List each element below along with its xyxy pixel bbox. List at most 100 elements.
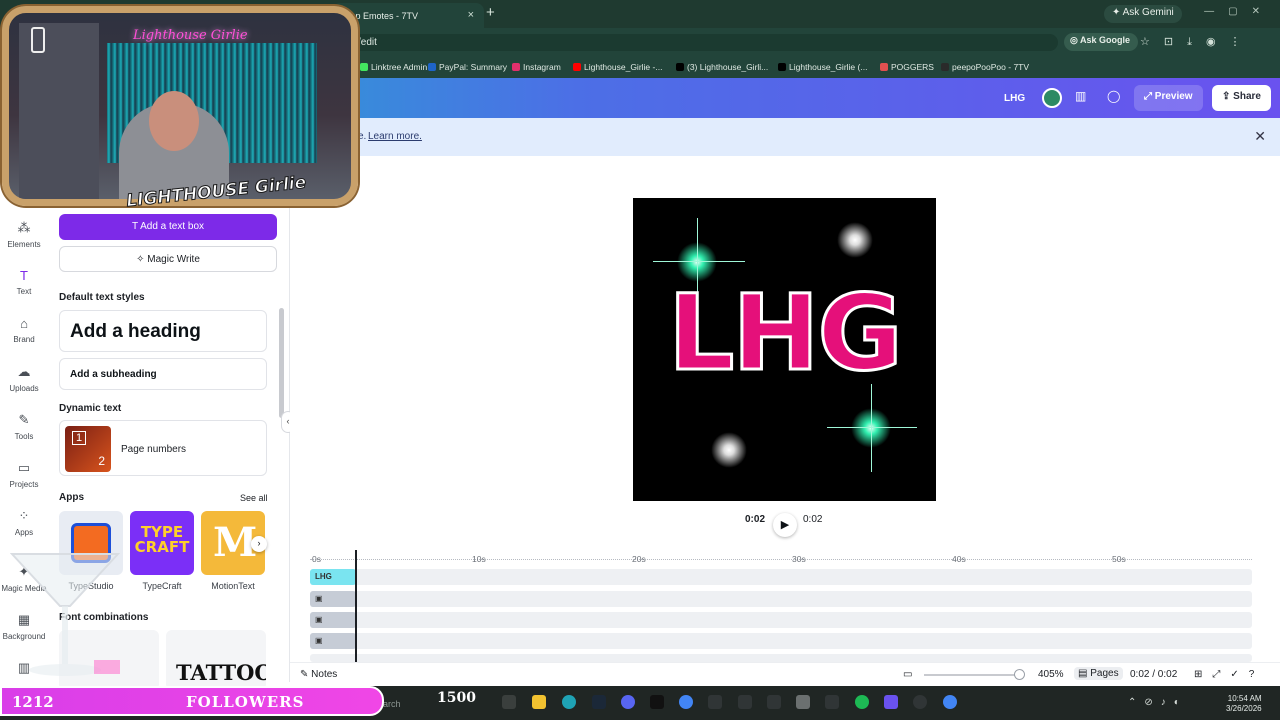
- neon-sign: Lighthouse Girlie: [133, 28, 248, 43]
- section-title: Apps: [59, 492, 84, 503]
- bookmark-item[interactable]: Linktree Admin: [360, 62, 427, 72]
- close-tab-icon[interactable]: ×: [468, 9, 474, 21]
- preview-label: Preview: [1154, 91, 1193, 102]
- zoom-slider-handle[interactable]: [1014, 669, 1025, 680]
- bookmark-item[interactable]: PayPal: Summary: [428, 62, 507, 72]
- rail-item-projects[interactable]: ▭ Projects: [0, 460, 48, 489]
- chevron-right-icon[interactable]: ›: [251, 536, 267, 552]
- design-page[interactable]: LHG: [633, 198, 936, 501]
- section-title: Default text styles: [59, 292, 145, 303]
- timeline-toggle-icon[interactable]: ▭: [903, 669, 912, 680]
- app-label: MotionText: [211, 581, 255, 591]
- add-subheading-button[interactable]: Add a subheading: [59, 358, 267, 390]
- image-icon: ▣: [315, 636, 323, 645]
- system-tray[interactable]: ⌃⊘♪◐: [1128, 697, 1188, 708]
- timeline-layer-clip[interactable]: ▣: [310, 633, 356, 649]
- window-controls[interactable]: —▢✕: [1204, 6, 1274, 17]
- add-text-box-button[interactable]: T Add a text box: [59, 214, 277, 240]
- follower-goal-bar: 1212 FOLLOWERS: [0, 686, 384, 716]
- app-icon[interactable]: [884, 695, 898, 709]
- pages-button[interactable]: ▤ Pages: [1074, 667, 1123, 680]
- bookmark-item[interactable]: Lighthouse_Girlie -...: [573, 62, 662, 72]
- browser-toolbar-icons[interactable]: ☆⊡⤓◉⋮: [1140, 35, 1255, 49]
- insights-icon[interactable]: ▥: [1075, 89, 1086, 103]
- brand-icon: ⌂: [20, 316, 28, 331]
- avatar[interactable]: [1042, 88, 1062, 108]
- epic-games-icon[interactable]: [650, 695, 664, 709]
- magic-write-button[interactable]: ✧ Magic Write: [59, 246, 277, 272]
- bookmark-label: peepoPooPoo - 7TV: [952, 62, 1030, 72]
- chrome-profile-icon[interactable]: [943, 695, 957, 709]
- bookmark-item[interactable]: POGGERS: [880, 62, 934, 72]
- panel-scrollbar[interactable]: [279, 308, 284, 418]
- preview-button[interactable]: ⤢ Preview: [1134, 85, 1203, 111]
- capcut-icon[interactable]: [825, 695, 839, 709]
- discord-icon[interactable]: [621, 695, 635, 709]
- spotify-icon[interactable]: [855, 695, 869, 709]
- see-all-link[interactable]: See all: [240, 493, 268, 503]
- timeline-clip-main[interactable]: LHG: [310, 569, 356, 585]
- rail-item-text[interactable]: T Text: [0, 268, 48, 296]
- heading-label: Add a heading: [70, 321, 201, 342]
- zoom-slider[interactable]: [924, 674, 1020, 676]
- font-combination-card[interactable]: TATTOO: [166, 630, 266, 690]
- magic-write-label: Magic Write: [147, 254, 200, 265]
- ask-gemini-button[interactable]: ✦ Ask Gemini: [1104, 5, 1182, 23]
- file-explorer-icon[interactable]: [532, 695, 546, 709]
- follower-goal: 1500: [437, 690, 476, 706]
- rail-item-uploads[interactable]: ☁ Uploads: [0, 364, 48, 393]
- view-controls[interactable]: ⊞⤢✓?: [1194, 669, 1264, 680]
- bookmark-item[interactable]: (3) Lighthouse_Girli...: [676, 62, 768, 72]
- lighthouse-logo-icon: [31, 27, 45, 53]
- bookmark-item[interactable]: peepoPooPoo - 7TV: [941, 62, 1029, 72]
- total-time: 0:02: [803, 514, 823, 525]
- rail-item-apps[interactable]: ⁘ Apps: [0, 508, 48, 537]
- timeline-layer-clip[interactable]: ▣: [310, 591, 356, 607]
- chrome-icon[interactable]: [679, 695, 693, 709]
- page-numbers-card[interactable]: 1 2 Page numbers: [59, 420, 267, 476]
- ruler-tick: 30s: [792, 554, 806, 564]
- timeline-layer-clip[interactable]: ▣: [310, 612, 356, 628]
- learn-more-link[interactable]: Learn more.: [368, 131, 422, 142]
- taskbar-clock[interactable]: 10:54 AM 3/26/2026: [1226, 694, 1262, 714]
- app-icon[interactable]: [738, 695, 752, 709]
- close-icon[interactable]: ✕: [1254, 128, 1266, 145]
- notes-button[interactable]: ✎ Notes: [300, 669, 337, 680]
- ruler-tick: 40s: [952, 554, 966, 564]
- url-field[interactable]: /edit: [340, 34, 1058, 51]
- bookmark-label: POGGERS: [891, 62, 934, 72]
- playhead[interactable]: [355, 550, 357, 662]
- rail-item-brand[interactable]: ⌂ Brand: [0, 316, 48, 344]
- rail-item-elements[interactable]: ⁂ Elements: [0, 220, 48, 249]
- zoom-level[interactable]: 405%: [1038, 669, 1064, 680]
- calculator-icon[interactable]: [796, 695, 810, 709]
- page-numbers-label: Page numbers: [121, 444, 187, 455]
- rail-item-tools[interactable]: ✎ Tools: [0, 412, 48, 441]
- app-card-typecraft[interactable]: TYPE CRAFT: [130, 511, 194, 575]
- design-logo-text[interactable]: LHG: [633, 271, 936, 396]
- share-button[interactable]: ⇪ Share: [1212, 85, 1271, 111]
- task-view-icon[interactable]: [502, 695, 516, 709]
- gemini-icon: ✦: [1112, 7, 1123, 18]
- design-title[interactable]: LHG: [1004, 93, 1025, 104]
- new-tab-button[interactable]: +: [486, 4, 495, 21]
- comment-icon[interactable]: ◯: [1107, 89, 1120, 103]
- play-button[interactable]: ▶: [773, 513, 797, 537]
- edge-browser-icon[interactable]: [562, 695, 576, 709]
- app-icon[interactable]: [708, 695, 722, 709]
- bookmark-item[interactable]: Instagram: [512, 62, 561, 72]
- follower-count: 1212: [12, 693, 54, 711]
- steam-icon[interactable]: [592, 695, 606, 709]
- bookmark-label: Linktree Admin: [371, 62, 428, 72]
- ask-google-button[interactable]: ◎ Ask Google: [1064, 33, 1139, 51]
- sparkle: [837, 222, 873, 258]
- bookmark-label: Lighthouse_Girlie -...: [584, 62, 663, 72]
- text-icon: T: [20, 268, 28, 283]
- martini-glass-graphic: [10, 553, 120, 676]
- ask-google-label: Ask Google: [1080, 35, 1131, 45]
- bookmark-favicon-icon: [428, 63, 436, 71]
- obs-icon[interactable]: [913, 695, 927, 709]
- app-icon[interactable]: [767, 695, 781, 709]
- add-heading-button[interactable]: Add a heading: [59, 310, 267, 352]
- bookmark-item[interactable]: Lighthouse_Girlie (...: [778, 62, 867, 72]
